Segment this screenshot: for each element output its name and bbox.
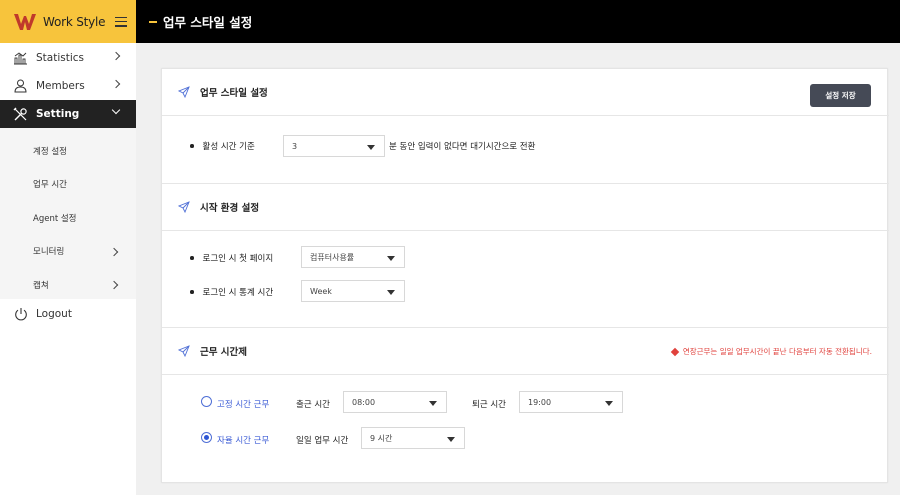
section-header-startup: 시작 환경 설정 xyxy=(162,184,889,231)
sidebar-item-setting[interactable]: Setting xyxy=(0,100,136,128)
stats-time-label: 로그인 시 통계 시간 xyxy=(202,288,274,298)
submenu-item-label: 업무 시간 xyxy=(33,180,67,191)
logout-button[interactable]: Logout xyxy=(0,299,136,329)
submenu-item-label: Agent 설정 xyxy=(33,213,77,224)
sidebar: Work Style Statistics Members Setting 계정… xyxy=(0,0,136,495)
overtime-notice: 연장근무는 일일 업무시간이 끝난 다음부터 자동 전환됩니다. xyxy=(670,346,872,357)
chevron-right-icon xyxy=(109,280,119,290)
active-time-value: 3 xyxy=(292,141,298,151)
bullet xyxy=(190,256,194,260)
bullet xyxy=(190,144,194,148)
paper-plane-icon xyxy=(178,86,190,98)
sidebar-item-statistics[interactable]: Statistics xyxy=(0,44,136,72)
bullet xyxy=(190,290,194,294)
submenu-item-label: 계정 설정 xyxy=(33,146,67,157)
fixed-time-label[interactable]: 고정 시간 근무 xyxy=(217,398,269,410)
sidebar-item-label: Setting xyxy=(36,108,80,120)
chevron-right-icon xyxy=(109,247,119,256)
stats-time-select[interactable]: Week xyxy=(301,280,405,302)
stats-time-row: 로그인 시 통계 시간 xyxy=(190,286,273,298)
start-time-label: 출근 시간 xyxy=(296,400,330,410)
save-settings-button[interactable]: 설정 저장 xyxy=(810,84,871,107)
start-time-value: 08:00 xyxy=(352,397,376,407)
daily-hours-value: 9 시간 xyxy=(370,433,393,443)
submenu-item-agent[interactable]: Agent 설정 xyxy=(0,201,136,235)
title-accent-dash xyxy=(149,20,157,23)
end-time-select[interactable]: 19:00 xyxy=(519,391,623,413)
bar-chart-icon xyxy=(13,51,28,66)
submenu-item-capture[interactable]: 캡쳐 xyxy=(0,268,136,302)
submenu-item-work-time[interactable]: 업무 시간 xyxy=(0,168,136,202)
submenu-item-monitoring[interactable]: 모니터링 xyxy=(0,235,136,269)
chevron-right-icon xyxy=(111,79,121,89)
brand-name: Work Style xyxy=(43,14,106,29)
flexible-time-label[interactable]: 자율 시간 근무 xyxy=(217,434,269,446)
first-page-value: 컴퓨터사용률 xyxy=(310,252,355,262)
flexible-time-radio[interactable] xyxy=(201,432,212,443)
active-time-suffix: 분 동안 입력이 없다면 대기시간으로 전환 xyxy=(389,142,536,152)
active-time-label: 활성 시간 기준 xyxy=(202,142,255,152)
section-title: 시작 환경 설정 xyxy=(200,203,260,214)
chevron-down-icon xyxy=(111,105,121,115)
caret-down-icon xyxy=(387,289,395,295)
setting-submenu: 계정 설정 업무 시간 Agent 설정 모니터링 캡쳐 xyxy=(0,128,136,299)
active-time-select[interactable]: 3 xyxy=(283,135,385,157)
page-title: 업무 스타일 설정 xyxy=(163,15,253,30)
overtime-notice-text: 연장근무는 일일 업무시간이 끝난 다음부터 자동 전환됩니다. xyxy=(682,347,872,356)
end-time-value: 19:00 xyxy=(528,397,552,407)
chevron-right-icon xyxy=(111,51,121,61)
submenu-item-label: 캡쳐 xyxy=(33,280,49,291)
sidebar-item-label: Statistics xyxy=(36,52,84,64)
section-title: 업무 스타일 설정 xyxy=(200,88,268,99)
caret-down-icon xyxy=(429,400,437,406)
settings-card: 업무 스타일 설정 설정 저장 활성 시간 기준 3 분 동안 입력이 없다면 … xyxy=(161,68,889,483)
daily-hours-select[interactable]: 9 시간 xyxy=(361,427,465,449)
submenu-item-account[interactable]: 계정 설정 xyxy=(0,134,136,168)
paper-plane-icon xyxy=(178,201,190,213)
tools-icon xyxy=(13,107,28,122)
caret-down-icon xyxy=(447,436,455,442)
diamond-icon xyxy=(670,347,680,356)
sidebar-item-label: Members xyxy=(36,80,85,92)
hamburger-menu-icon[interactable] xyxy=(115,16,128,27)
user-icon xyxy=(13,79,28,94)
caret-down-icon xyxy=(367,144,375,150)
start-time-select[interactable]: 08:00 xyxy=(343,391,447,413)
caret-down-icon xyxy=(605,400,613,406)
power-icon xyxy=(13,307,28,322)
end-time-label: 퇴근 시간 xyxy=(472,400,506,410)
first-page-row: 로그인 시 첫 페이지 xyxy=(190,252,273,264)
submenu-item-label: 모니터링 xyxy=(33,247,65,258)
section-header-work-style: 업무 스타일 설정 xyxy=(162,69,889,116)
brand-bar: Work Style xyxy=(0,0,136,43)
work-style-logo-icon xyxy=(14,13,36,30)
stats-time-value: Week xyxy=(310,286,332,296)
sidebar-item-members[interactable]: Members xyxy=(0,72,136,100)
fixed-time-radio[interactable] xyxy=(201,396,212,407)
page-header: 업무 스타일 설정 xyxy=(136,0,900,43)
active-time-row: 활성 시간 기준 xyxy=(190,140,255,152)
logout-label: Logout xyxy=(36,308,72,320)
paper-plane-icon xyxy=(178,345,190,357)
section-title: 근무 시간제 xyxy=(200,347,248,358)
first-page-select[interactable]: 컴퓨터사용률 xyxy=(301,246,405,268)
caret-down-icon xyxy=(387,255,395,261)
daily-hours-label: 일일 업무 시간 xyxy=(296,436,349,446)
first-page-label: 로그인 시 첫 페이지 xyxy=(202,254,274,264)
